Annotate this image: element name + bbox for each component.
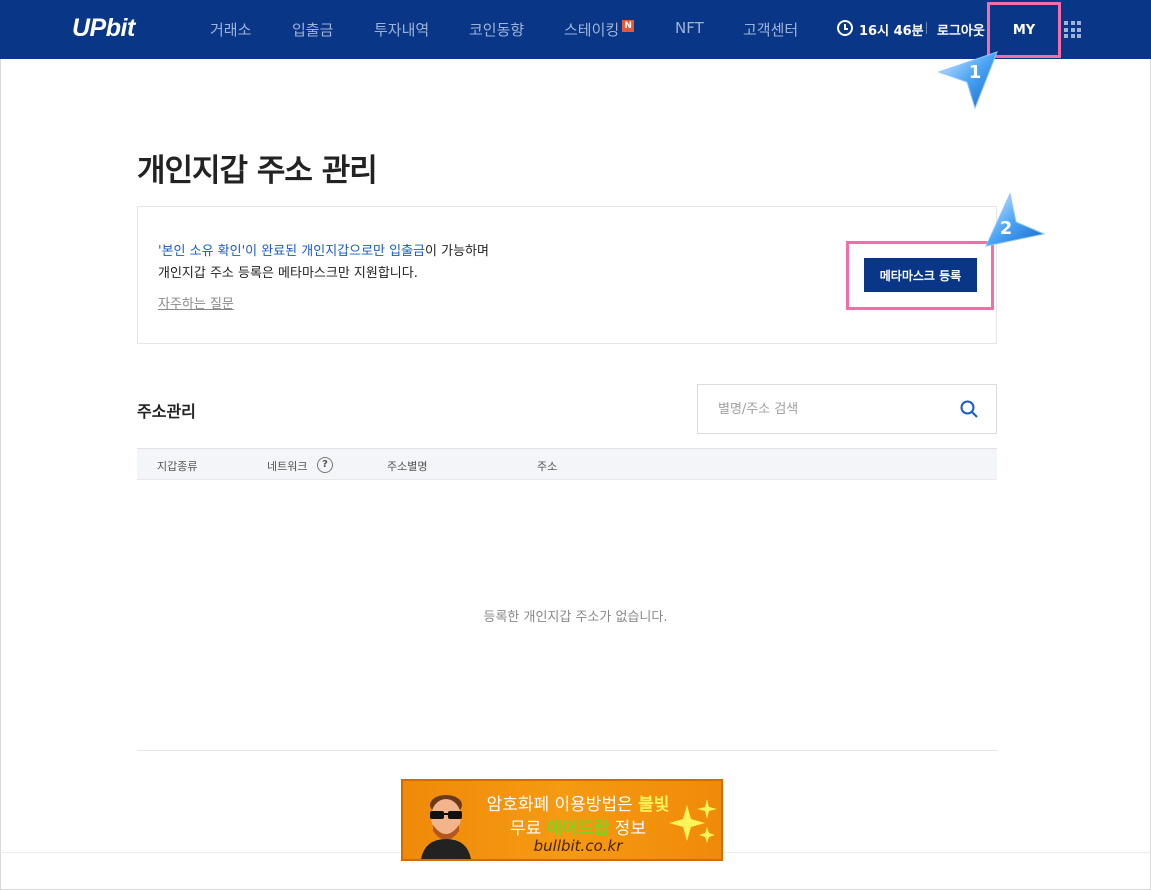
address-section-title: 주소관리 bbox=[137, 402, 196, 421]
apps-grid-icon[interactable] bbox=[1064, 21, 1081, 38]
annotation-arrow-1-icon: 1 bbox=[937, 51, 998, 110]
sparkle-icon bbox=[669, 799, 717, 843]
new-badge: N bbox=[622, 20, 635, 32]
mascot-face-icon bbox=[421, 795, 471, 859]
nav-item-staking[interactable]: 스테이킹 N bbox=[564, 19, 635, 40]
annotation-number-2: 2 bbox=[1000, 218, 1013, 239]
info-box: '본인 소유 확인'이 완료된 개인지갑으로만 입출금이 가능하며 개인지갑 주… bbox=[137, 206, 997, 344]
nav-item-coin-trends[interactable]: 코인동향 bbox=[469, 19, 524, 40]
logout-button[interactable]: 로그아웃 bbox=[937, 20, 985, 39]
col-address: 주소 bbox=[537, 460, 558, 473]
info-text-rest: 이 가능하며 bbox=[425, 244, 489, 259]
col-network: 네트워크 bbox=[267, 460, 308, 473]
annotation-number-1: 1 bbox=[969, 62, 982, 83]
nav-item-exchange[interactable]: 거래소 bbox=[210, 19, 251, 40]
bullbit-ad-banner[interactable]: 암호화폐 이용방법은 불빛 무료 에어드랍 정보 bullbit.co.kr bbox=[401, 779, 723, 861]
nav-item-investments[interactable]: 투자내역 bbox=[374, 19, 429, 40]
nav-item-nft[interactable]: NFT bbox=[675, 19, 704, 37]
window-frame bbox=[0, 0, 1151, 890]
banner-text-1a: 암호화폐 이용방법은 bbox=[486, 795, 639, 815]
info-text-line1: '본인 소유 확인'이 완료된 개인지갑으로만 입출금이 가능하며 bbox=[158, 240, 489, 259]
metamask-register-button[interactable]: 메타마스크 등록 bbox=[864, 258, 977, 292]
banner-text-2c: 정보 bbox=[609, 819, 646, 839]
col-address-alias: 주소별명 bbox=[387, 460, 428, 473]
page-title: 개인지갑 주소 관리 bbox=[137, 153, 378, 189]
nav-item-customer-center[interactable]: 고객센터 bbox=[743, 19, 798, 40]
header-divider bbox=[926, 22, 927, 34]
help-icon[interactable]: ? bbox=[317, 457, 333, 473]
table-bottom-divider bbox=[137, 750, 997, 751]
address-table-header: 지갑종류 네트워크 ? 주소별명 주소 bbox=[137, 448, 997, 480]
banner-text-2a: 무료 bbox=[510, 819, 547, 839]
info-highlight: '본인 소유 확인'이 완료된 개인지갑으로만 입출금 bbox=[158, 244, 426, 259]
search-input[interactable] bbox=[698, 385, 948, 433]
current-time: 16시 46분 bbox=[859, 24, 924, 39]
banner-url: bullbit.co.kr bbox=[533, 837, 623, 855]
col-wallet-type: 지갑종류 bbox=[157, 460, 198, 473]
banner-line-2: 무료 에어드랍 정보 bbox=[478, 814, 678, 839]
empty-table-message: 등록한 개인지갑 주소가 없습니다. bbox=[483, 610, 668, 625]
search-box bbox=[697, 384, 997, 434]
banner-text-1b: 불빛 bbox=[638, 795, 670, 815]
nav-item-deposit-withdraw[interactable]: 입출금 bbox=[292, 19, 333, 40]
clock-icon bbox=[837, 20, 853, 36]
banner-line-1: 암호화폐 이용방법은 불빛 bbox=[478, 790, 678, 815]
annotation-arrow-2-icon: 2 bbox=[985, 192, 1046, 247]
upbit-logo[interactable]: UPbit bbox=[72, 14, 135, 43]
nav-item-staking-label: 스테이킹 bbox=[564, 21, 620, 39]
info-text-line2: 개인지갑 주소 등록은 메타마스크만 지원합니다. bbox=[158, 266, 418, 281]
faq-link[interactable]: 자주하는 질문 bbox=[158, 293, 234, 312]
banner-text-2b: 에어드랍 bbox=[546, 819, 610, 839]
search-icon[interactable] bbox=[960, 400, 978, 418]
